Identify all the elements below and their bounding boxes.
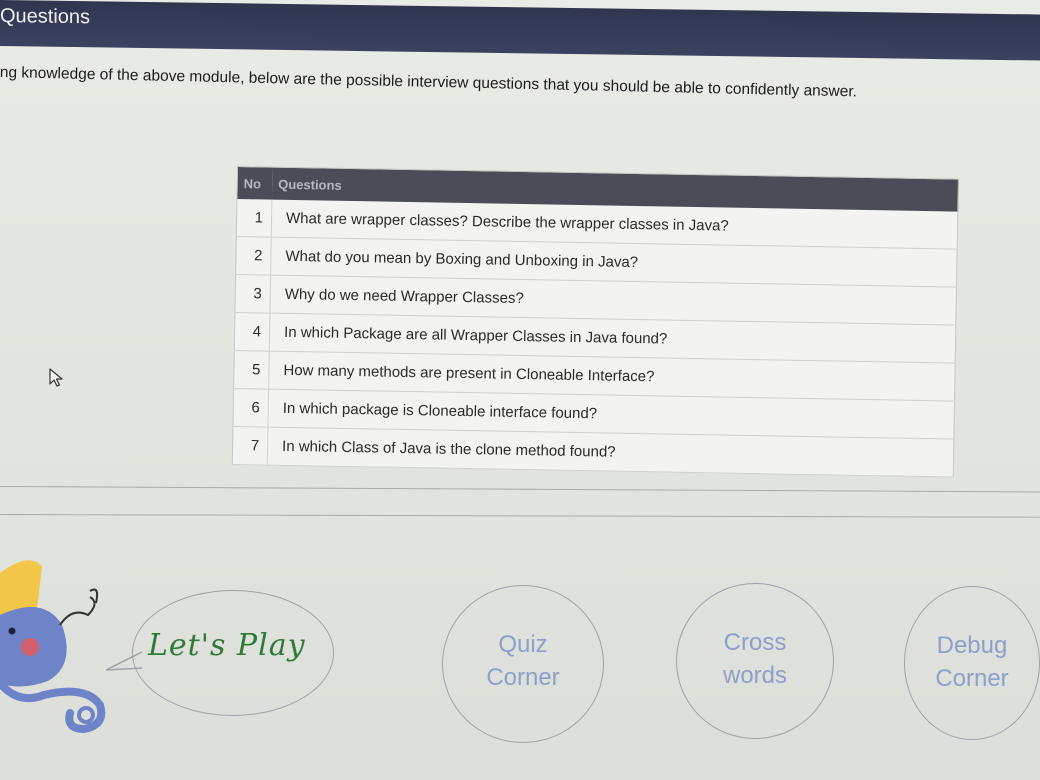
cross-words-button[interactable]: Cross words [676,583,834,739]
page-title: Questions [0,5,91,29]
cross-words-line2: words [722,662,788,689]
intro-text: ng knowledge of the above module, below … [0,64,858,101]
questions-table: No Questions 1 What are wrapper classes?… [231,166,959,478]
lets-play-label: Let's Play [148,628,306,663]
cross-words-line1: Cross [723,629,787,656]
row-number: 3 [234,274,271,314]
row-number: 6 [232,388,269,428]
row-number: 5 [233,350,270,390]
quiz-corner-line2: Corner [486,664,560,691]
row-number: 2 [235,236,272,276]
row-number: 4 [234,312,270,352]
mouse-cursor-icon [49,368,63,387]
quiz-corner-button[interactable]: Quiz Corner [442,585,604,743]
header-no: No [236,166,273,200]
debug-corner-line2: Corner [935,665,1009,692]
title-bar: Questions [0,0,1040,61]
quiz-corner-line1: Quiz [498,631,548,658]
section-divider [0,486,1040,493]
section-divider [0,514,1040,518]
bubble-tail [105,651,143,671]
row-number: 7 [232,426,268,466]
debug-corner-button[interactable]: Debug Corner [904,586,1040,740]
row-number: 1 [236,199,272,238]
debug-corner-line1: Debug [936,632,1008,659]
